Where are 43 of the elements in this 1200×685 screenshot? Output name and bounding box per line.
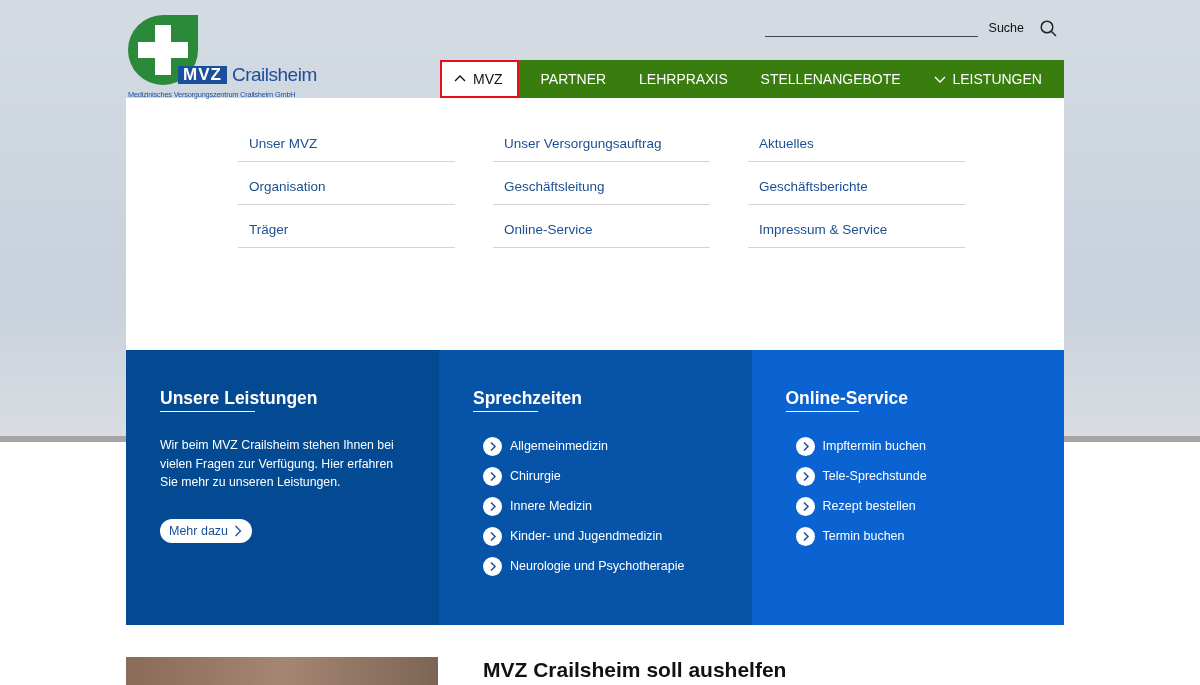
menu-link[interactable]: Online-Service [493, 220, 710, 248]
chevron-circle-icon [483, 526, 502, 546]
panel-link[interactable]: Chirurgie [483, 461, 718, 491]
menu-link[interactable]: Aktuelles [748, 134, 965, 162]
menu-link[interactable]: Organisation [238, 177, 455, 205]
menu-link[interactable]: Träger [238, 220, 455, 248]
chevron-circle-icon [795, 436, 815, 456]
panel-title: Unsere Leistungen [160, 388, 318, 412]
search-icon[interactable] [1040, 20, 1057, 37]
menu-link[interactable]: Impressum & Service [748, 220, 965, 248]
panel-title: Online-Service [785, 388, 909, 412]
chevron-circle-icon [483, 556, 502, 576]
menu-link[interactable]: Unser Versorgungsauftrag [493, 134, 710, 162]
nav-tab[interactable]: MVZ [440, 60, 519, 98]
nav-tab[interactable]: LEHRPRAXIS [639, 71, 728, 87]
search-label: Suche [988, 21, 1024, 35]
menu-link[interactable]: Unser MVZ [238, 134, 455, 162]
panel-link[interactable]: Innere Medizin [483, 491, 718, 521]
chevron-circle-icon [795, 526, 815, 546]
panel-title: Sprechzeiten [473, 388, 582, 412]
nav-tab[interactable]: STELLENANGEBOTE [760, 71, 901, 87]
logo-text: Crailsheim [232, 64, 317, 86]
panel-link[interactable]: Neurologie und Psychotherapie [483, 551, 718, 581]
chevron-circle-icon [483, 496, 502, 516]
more-button[interactable]: Mehr dazu [160, 518, 253, 543]
nav-tab[interactable]: PARTNER [540, 71, 607, 87]
news-title: MVZ Crailsheim soll aushelfen [483, 657, 787, 683]
menu-link[interactable]: Geschäftsleitung [493, 177, 710, 205]
chevron-circle-icon [795, 496, 815, 516]
menu-link[interactable]: Geschäftsberichte [748, 177, 965, 205]
panel-link[interactable]: Impftermin buchen [795, 431, 1030, 461]
panel-link[interactable]: Kinder- und Jugendmedizin [483, 521, 718, 551]
panel-link[interactable]: Tele-Sprechstunde [795, 461, 1030, 491]
chevron-right-icon [234, 524, 243, 537]
chevron-circle-icon [483, 436, 502, 456]
panel-link[interactable]: Termin buchen [795, 521, 1030, 551]
logo-mark: MVZ [178, 66, 227, 84]
chevron-circle-icon [795, 466, 815, 486]
nav-tab[interactable]: LEISTUNGEN [933, 71, 1042, 87]
chevron-circle-icon [483, 466, 502, 486]
panel-text: Wir beim MVZ Crailsheim stehen Ihnen bei vielen Fragen zur Verfügung. Hier erfahren Sie mehr zu unseren Leistungen. [160, 437, 395, 491]
panel-link[interactable]: Rezept bestellen [795, 491, 1030, 521]
panel-link[interactable]: Allgemeinmedizin [483, 431, 718, 461]
